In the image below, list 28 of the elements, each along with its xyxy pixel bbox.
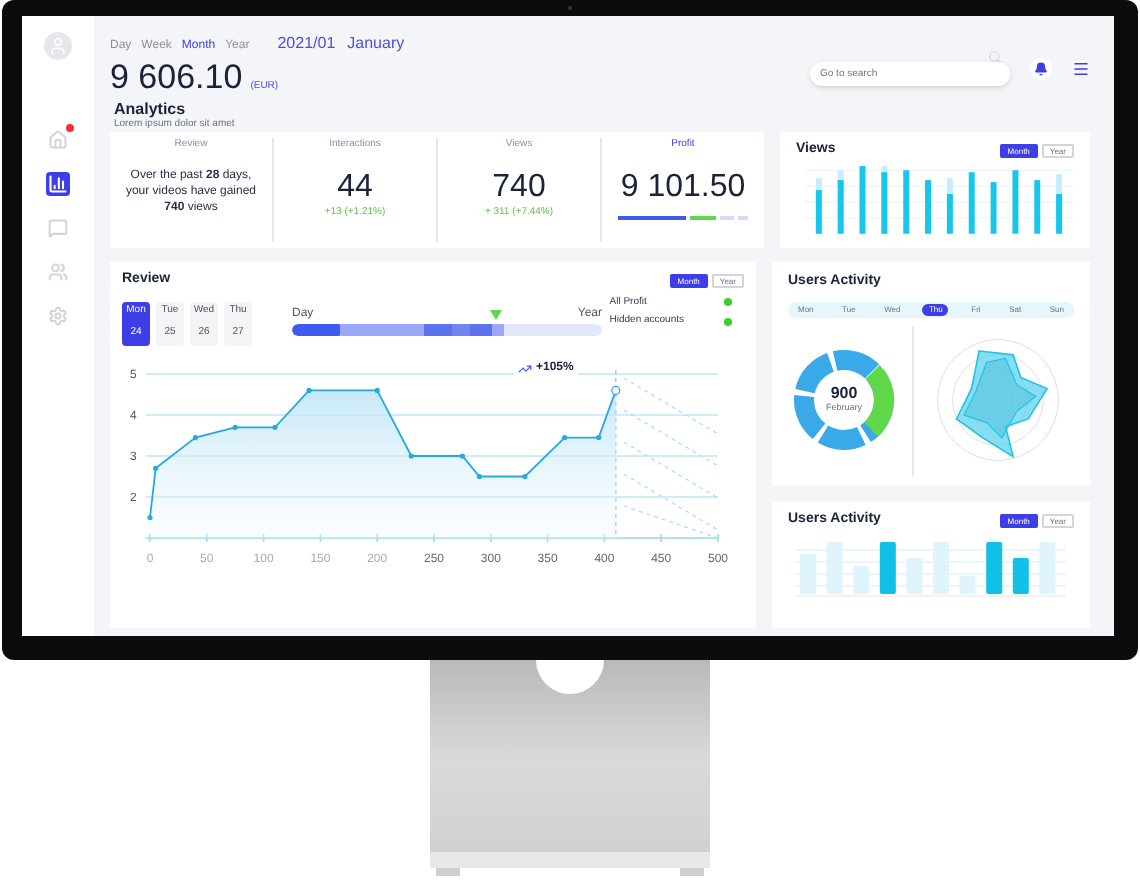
data-point bbox=[192, 433, 199, 440]
sidebar-item[interactable] bbox=[46, 128, 70, 152]
total-amount: 9 606.10 bbox=[110, 58, 243, 98]
search-icon[interactable] bbox=[988, 49, 1002, 63]
month-label: January bbox=[347, 32, 405, 56]
stat-value: 44 bbox=[337, 169, 373, 205]
data-point bbox=[153, 464, 159, 470]
data-point bbox=[562, 433, 568, 440]
data-point bbox=[476, 472, 483, 479]
data-point bbox=[459, 452, 465, 458]
date-label: 2021/01 bbox=[277, 32, 336, 56]
data-point bbox=[306, 386, 312, 392]
menu-icon[interactable] bbox=[1072, 59, 1090, 77]
trend-icon bbox=[518, 361, 532, 375]
stat-value: 740 bbox=[492, 169, 546, 205]
section-title: Analytics bbox=[114, 100, 188, 118]
donut-value: 900 bbox=[830, 384, 858, 403]
data-point bbox=[522, 472, 528, 479]
data-point bbox=[408, 452, 414, 458]
data-point bbox=[272, 423, 278, 429]
data-point bbox=[147, 513, 153, 520]
data-point bbox=[232, 423, 238, 429]
data-point bbox=[596, 433, 602, 440]
bell-icon[interactable] bbox=[1030, 57, 1052, 79]
avatar-icon[interactable] bbox=[44, 32, 72, 60]
data-point bbox=[611, 384, 621, 394]
data-point bbox=[374, 386, 380, 392]
profit-value: 9 101.50 bbox=[620, 169, 746, 205]
